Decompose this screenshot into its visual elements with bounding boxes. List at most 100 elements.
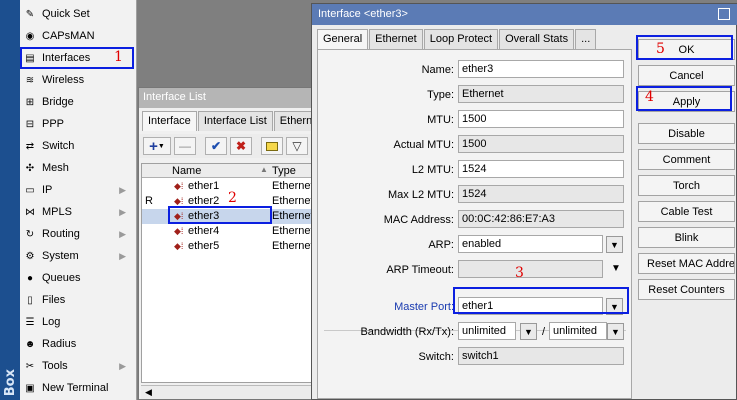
table-row[interactable]: R ◆⁞ ether2 Ethernet <box>142 194 336 209</box>
l2-mtu-input[interactable]: 1524 <box>458 160 624 178</box>
tab-ethernet[interactable]: Ethernet <box>369 29 423 49</box>
sidebar-item-label: CAPsMAN <box>42 30 95 42</box>
sidebar-item-label: Quick Set <box>42 8 90 20</box>
bandwidth-tx-select[interactable]: unlimited <box>549 322 607 340</box>
cable-test-button[interactable]: Cable Test <box>638 201 735 222</box>
mpls-icon: ⋈ <box>25 206 35 218</box>
ethernet-port-icon: ◆⁞ <box>174 241 184 251</box>
bridge-icon: ⊞ <box>25 96 35 108</box>
column-type[interactable]: Type <box>272 165 296 177</box>
radius-icon: ☻ <box>24 338 36 350</box>
chevron-right-icon: ▶ <box>119 250 126 261</box>
sidebar-item-system[interactable]: ⚙ System ▶ <box>22 246 134 266</box>
chevron-down-icon: ▼ <box>524 326 533 337</box>
arp-select[interactable]: enabled <box>458 235 603 253</box>
check-icon: ✔ <box>210 139 222 153</box>
sidebar-item-mesh[interactable]: ✣ Mesh <box>22 158 134 178</box>
cancel-button[interactable]: Cancel <box>638 65 735 86</box>
add-button[interactable]: + ▼ <box>143 137 171 155</box>
sidebar-item-wireless[interactable]: ≋ Wireless <box>22 70 134 90</box>
chevron-right-icon: ▶ <box>119 228 126 239</box>
torch-button[interactable]: Torch <box>638 175 735 196</box>
sidebar-item-routing[interactable]: ↻ Routing ▶ <box>22 224 134 244</box>
enable-button[interactable]: ✔ <box>205 137 227 155</box>
name-input[interactable]: ether3 <box>458 60 624 78</box>
sidebar-item-new-terminal[interactable]: ▣ New Terminal <box>22 378 134 398</box>
horizontal-scrollbar[interactable]: ◀ <box>141 385 337 399</box>
interface-dialog: Interface <ether3> General Ethernet Loop… <box>311 3 737 400</box>
dialog-title[interactable]: Interface <ether3> <box>312 4 737 25</box>
sidebar-item-mpls[interactable]: ⋈ MPLS ▶ <box>22 202 134 222</box>
tab-more[interactable]: ... <box>575 29 597 49</box>
ppp-icon: ⊟ <box>25 118 35 130</box>
sidebar-item-label: Radius <box>42 338 77 350</box>
master-port-select[interactable]: ether1 <box>458 297 603 315</box>
mtu-input[interactable]: 1500 <box>458 110 624 128</box>
disable-button[interactable]: ✖ <box>230 137 252 155</box>
sidebar-item-files[interactable]: ▯ Files <box>22 290 134 310</box>
filter-button[interactable]: ▽ <box>286 137 308 155</box>
comment-button[interactable] <box>261 137 283 155</box>
bandwidth-rx-select[interactable]: unlimited <box>458 322 516 340</box>
sidebar-item-quick-set[interactable]: ✎ Quick Set <box>22 4 134 24</box>
sidebar-item-bridge[interactable]: ⊞ Bridge <box>22 92 134 112</box>
minus-icon: — <box>179 139 191 153</box>
brand-label: Box <box>3 368 18 396</box>
chevron-down-icon: ▼ <box>610 301 619 312</box>
sort-up-icon: ▲ <box>260 165 268 174</box>
dialog-tabs: General Ethernet Loop Protect Overall St… <box>317 29 597 49</box>
sidebar-item-label: Bridge <box>42 96 74 108</box>
row-name: ether4 <box>188 225 220 237</box>
sidebar-item-label: PPP <box>42 118 65 130</box>
master-port-label: Master Port: <box>394 301 454 313</box>
master-port-dropdown-button[interactable]: ▼ <box>606 298 623 315</box>
name-label: Name: <box>421 64 454 76</box>
tab-overall-stats[interactable]: Overall Stats <box>499 29 575 49</box>
expand-arrow-icon[interactable]: ▼ <box>611 263 621 274</box>
bandwidth-tx-dropdown-button[interactable]: ▼ <box>607 323 624 340</box>
system-icon: ⚙ <box>25 250 35 262</box>
sidebar-item-tools[interactable]: ✂ Tools ▶ <box>22 356 134 376</box>
reset-counters-button[interactable]: Reset Counters <box>638 279 735 300</box>
table-row[interactable]: ◆⁞ ether1 Ethernet <box>142 179 336 194</box>
disable-button[interactable]: Disable <box>638 123 735 144</box>
tab-loop-protect[interactable]: Loop Protect <box>423 29 499 49</box>
filter-icon: ▽ <box>292 139 302 153</box>
sidebar-item-switch[interactable]: ⇄ Switch <box>22 136 134 156</box>
window-title[interactable]: Interface List <box>139 88 339 108</box>
arp-timeout-input[interactable] <box>458 260 603 278</box>
mesh-icon: ✣ <box>25 162 35 174</box>
blink-button[interactable]: Blink <box>638 227 735 248</box>
ok-button[interactable]: OK <box>638 39 735 60</box>
sidebar-item-ppp[interactable]: ⊟ PPP <box>22 114 134 134</box>
sidebar-item-label: Log <box>42 316 61 328</box>
tab-general[interactable]: General <box>317 29 369 49</box>
close-button[interactable] <box>718 8 730 20</box>
wireless-icon: ≋ <box>25 74 35 86</box>
annotation-number-3: 3 <box>515 265 524 281</box>
ethernet-port-icon: ◆⁞ <box>174 226 184 236</box>
comment-button[interactable]: Comment <box>638 149 735 170</box>
arp-dropdown-button[interactable]: ▼ <box>606 236 623 253</box>
sidebar-item-ip[interactable]: ▭ IP ▶ <box>22 180 134 200</box>
table-row[interactable]: ◆⁞ ether5 Ethernet <box>142 239 336 254</box>
tab-interface-list[interactable]: Interface List <box>197 111 273 131</box>
sidebar-item-queues[interactable]: ● Queues <box>22 268 134 288</box>
mtu-label: MTU: <box>427 114 454 126</box>
row-name: ether2 <box>188 195 220 207</box>
sidebar-item-radius[interactable]: ☻ Radius <box>22 334 134 354</box>
column-name[interactable]: Name <box>172 165 201 177</box>
quick-set-icon: ✎ <box>25 8 35 20</box>
type-label: Type: <box>427 89 454 101</box>
interface-list-toolbar: + ▼ — ✔ ✖ ▽ <box>139 134 339 158</box>
sidebar-item-log[interactable]: ☰ Log <box>22 312 134 332</box>
tools-icon: ✂ <box>25 360 35 372</box>
reset-mac-address-button[interactable]: Reset MAC Address <box>638 253 735 274</box>
remove-button[interactable]: — <box>174 137 196 155</box>
tab-interface[interactable]: Interface <box>142 111 197 131</box>
table-row[interactable]: ◆⁞ ether3 Ethernet <box>142 209 336 224</box>
arp-timeout-label: ARP Timeout: <box>386 264 454 276</box>
bandwidth-rx-dropdown-button[interactable]: ▼ <box>520 323 537 340</box>
table-row[interactable]: ◆⁞ ether4 Ethernet <box>142 224 336 239</box>
sidebar-item-capsman[interactable]: ◉ CAPsMAN <box>22 26 134 46</box>
